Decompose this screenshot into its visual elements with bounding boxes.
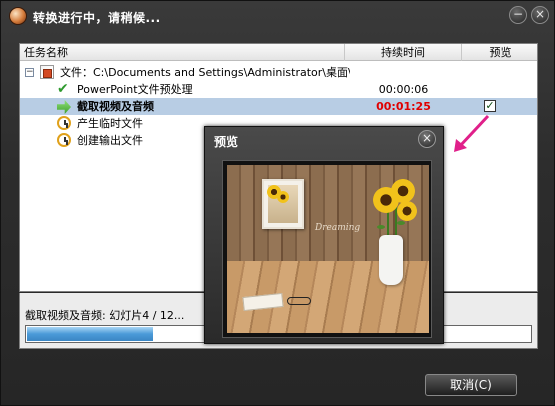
table-row[interactable]: ✔ PowerPoint文件预处理 00:00:06 (20, 81, 537, 98)
cancel-button[interactable]: 取消(C) (425, 374, 517, 396)
arrow-right-icon (57, 100, 71, 114)
column-header-duration[interactable]: 持续时间 (345, 44, 462, 61)
column-header-preview[interactable]: 预览 (462, 44, 539, 61)
collapse-toggle[interactable]: − (25, 68, 34, 77)
preview-close-button[interactable]: × (418, 130, 436, 148)
close-button[interactable]: × (531, 6, 549, 24)
app-logo-icon (9, 7, 27, 25)
task-name: PowerPoint文件预处理 (77, 83, 193, 96)
file-path-label: 文件：C:\Documents and Settings\Administrat… (60, 66, 350, 79)
task-name: 截取视频及音频 (77, 100, 154, 113)
clock-icon (57, 116, 71, 130)
clock-icon (57, 133, 71, 147)
sunflower (391, 179, 415, 203)
task-duration: 00:01:25 (376, 100, 431, 113)
sunflower-small (277, 191, 289, 203)
task-list-header: 任务名称 持续时间 预览 (20, 44, 537, 61)
conversion-dialog: 转换进行中，请稍候... − × 任务名称 持续时间 预览 − 文件：C:\Do… (0, 0, 555, 406)
tree-row-file[interactable]: − 文件：C:\Documents and Settings\Administr… (20, 64, 537, 81)
title-bar: 转换进行中，请稍候... − × (1, 1, 554, 33)
sunflower (397, 201, 417, 221)
minimize-button[interactable]: − (509, 6, 527, 24)
column-header-task-name[interactable]: 任务名称 (20, 44, 345, 61)
annotation-arrow-icon (454, 114, 490, 152)
preview-frame: Dreaming (222, 160, 432, 338)
preview-checkbox[interactable]: ✓ (484, 100, 496, 112)
window-title: 转换进行中，请稍候... (33, 11, 161, 25)
status-text: 截取视频及音频: 幻灯片4 / 12... (25, 309, 185, 322)
progress-fill (27, 327, 153, 341)
leaf (397, 221, 405, 225)
leaf (377, 225, 385, 229)
powerpoint-file-icon (40, 65, 54, 79)
preview-title: 预览 (214, 135, 239, 149)
task-duration: 00:00:06 (378, 83, 429, 96)
preview-window: 预览 × Dreaming (204, 126, 444, 344)
vase (379, 235, 403, 285)
slide-preview-image: Dreaming (227, 165, 429, 333)
check-icon: ✔ (57, 81, 69, 97)
glasses (287, 297, 311, 305)
slide-script-text: Dreaming (315, 223, 361, 233)
